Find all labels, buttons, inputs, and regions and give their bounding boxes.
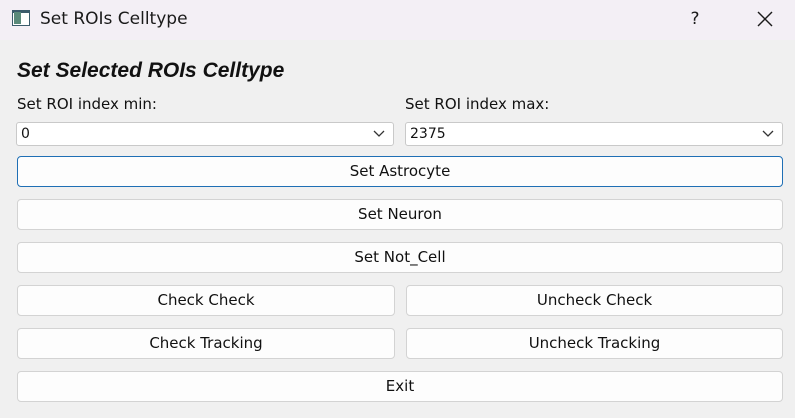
close-icon (757, 11, 773, 27)
uncheck-tracking-button[interactable]: Uncheck Tracking (406, 328, 783, 359)
index-min-value: 0 (21, 126, 30, 142)
window-title: Set ROIs Celltype (40, 9, 188, 29)
exit-button[interactable]: Exit (17, 371, 783, 402)
index-max-combobox[interactable]: 2375 (405, 122, 783, 146)
index-max-label: Set ROI index max: (405, 95, 550, 113)
set-not-cell-button[interactable]: Set Not_Cell (17, 242, 783, 273)
uncheck-check-button[interactable]: Uncheck Check (406, 285, 783, 316)
set-astrocyte-button[interactable]: Set Astrocyte (17, 156, 783, 187)
chevron-down-icon (373, 130, 385, 137)
index-min-label: Set ROI index min: (17, 95, 157, 113)
help-button[interactable]: ? (680, 4, 710, 34)
chevron-down-icon (762, 130, 774, 137)
check-tracking-button[interactable]: Check Tracking (17, 328, 395, 359)
title-bar[interactable]: Set ROIs Celltype ? (0, 0, 795, 40)
close-button[interactable] (748, 4, 782, 34)
dialog-heading: Set Selected ROIs Celltype (17, 59, 285, 82)
check-check-button[interactable]: Check Check (17, 285, 395, 316)
dialog-window: Set ROIs Celltype ? Set Selected ROIs Ce… (0, 0, 795, 418)
index-max-value: 2375 (410, 126, 446, 142)
app-window-icon (12, 10, 30, 26)
set-neuron-button[interactable]: Set Neuron (17, 199, 783, 230)
index-min-combobox[interactable]: 0 (16, 122, 394, 146)
